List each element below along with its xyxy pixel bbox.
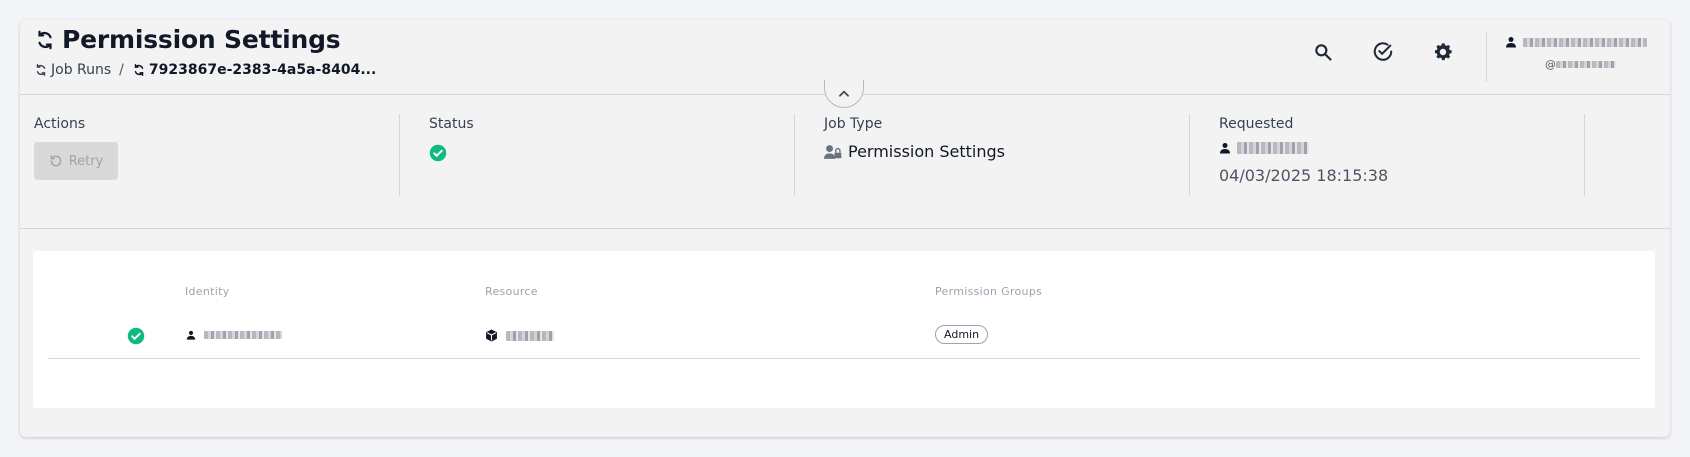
permission-group-badge: Admin <box>935 325 989 344</box>
retry-icon <box>49 154 63 168</box>
requested-label: Requested <box>1219 116 1294 132</box>
actions-label: Actions <box>34 116 86 132</box>
title-row: Permission Settings <box>34 25 341 54</box>
retry-label: Retry <box>68 153 104 169</box>
user-name <box>1505 36 1647 48</box>
refresh-icon <box>34 63 48 77</box>
table-row[interactable]: Admin <box>48 311 1640 359</box>
breadcrumb: Job Runs / 7923867e-2383-4a5a-8404... <box>34 62 376 78</box>
user-menu[interactable]: @ <box>1486 32 1670 82</box>
status-column: Status <box>415 114 795 196</box>
row-identity <box>186 330 282 340</box>
job-type-value: Permission Settings <box>848 142 1006 161</box>
user-lock-icon <box>824 144 842 160</box>
job-type-column: Job Type Permission Settings <box>810 114 1190 196</box>
identity-redacted <box>204 331 282 339</box>
row-permission-groups: Admin <box>935 325 989 344</box>
user-handle-prefix: @ <box>1545 58 1556 71</box>
breadcrumb-current: 7923867e-2383-4a5a-8404... <box>148 62 377 78</box>
requested-by <box>1219 142 1584 154</box>
requested-time: 04/03/2025 18:15:38 <box>1219 166 1389 185</box>
status-label: Status <box>429 116 474 132</box>
page-title: Permission Settings <box>62 25 341 54</box>
refresh-icon <box>34 29 56 51</box>
job-type: Permission Settings <box>824 142 1189 161</box>
user-icon <box>186 330 196 340</box>
success-check-icon <box>127 327 145 345</box>
job-run-card: Permission Settings Job Runs / 7923867e-… <box>20 20 1670 437</box>
actions-column: Actions Retry <box>20 114 400 196</box>
success-check-icon <box>429 144 447 162</box>
retry-button[interactable]: Retry <box>34 142 118 180</box>
header-actions <box>1310 39 1490 65</box>
gear-icon[interactable] <box>1430 39 1456 65</box>
user-icon <box>1219 142 1231 154</box>
user-handle: @ <box>1545 58 1616 71</box>
requested-by-redacted <box>1237 142 1309 154</box>
permissions-table: Identity Resource Permission Groups Admi… <box>33 251 1655 408</box>
column-header-identity: Identity <box>185 285 230 298</box>
column-header-resource: Resource <box>485 285 538 298</box>
user-handle-redacted <box>1556 61 1616 68</box>
cube-icon <box>485 329 498 342</box>
row-resource <box>485 329 554 342</box>
column-header-permission-groups: Permission Groups <box>935 285 1043 298</box>
job-type-label: Job Type <box>824 116 883 132</box>
search-icon[interactable] <box>1310 39 1336 65</box>
resource-redacted <box>506 330 554 341</box>
breadcrumb-job-runs-link[interactable]: Job Runs <box>51 62 111 78</box>
job-details: Actions Retry Status Job Type Permission… <box>20 96 1670 229</box>
user-icon <box>1505 36 1517 48</box>
breadcrumb-separator: / <box>119 62 124 78</box>
row-status <box>127 327 145 345</box>
user-name-redacted <box>1523 37 1647 47</box>
check-circle-icon[interactable] <box>1370 39 1396 65</box>
requested-column: Requested 04/03/2025 18:15:38 <box>1205 114 1585 196</box>
refresh-icon <box>132 63 146 77</box>
